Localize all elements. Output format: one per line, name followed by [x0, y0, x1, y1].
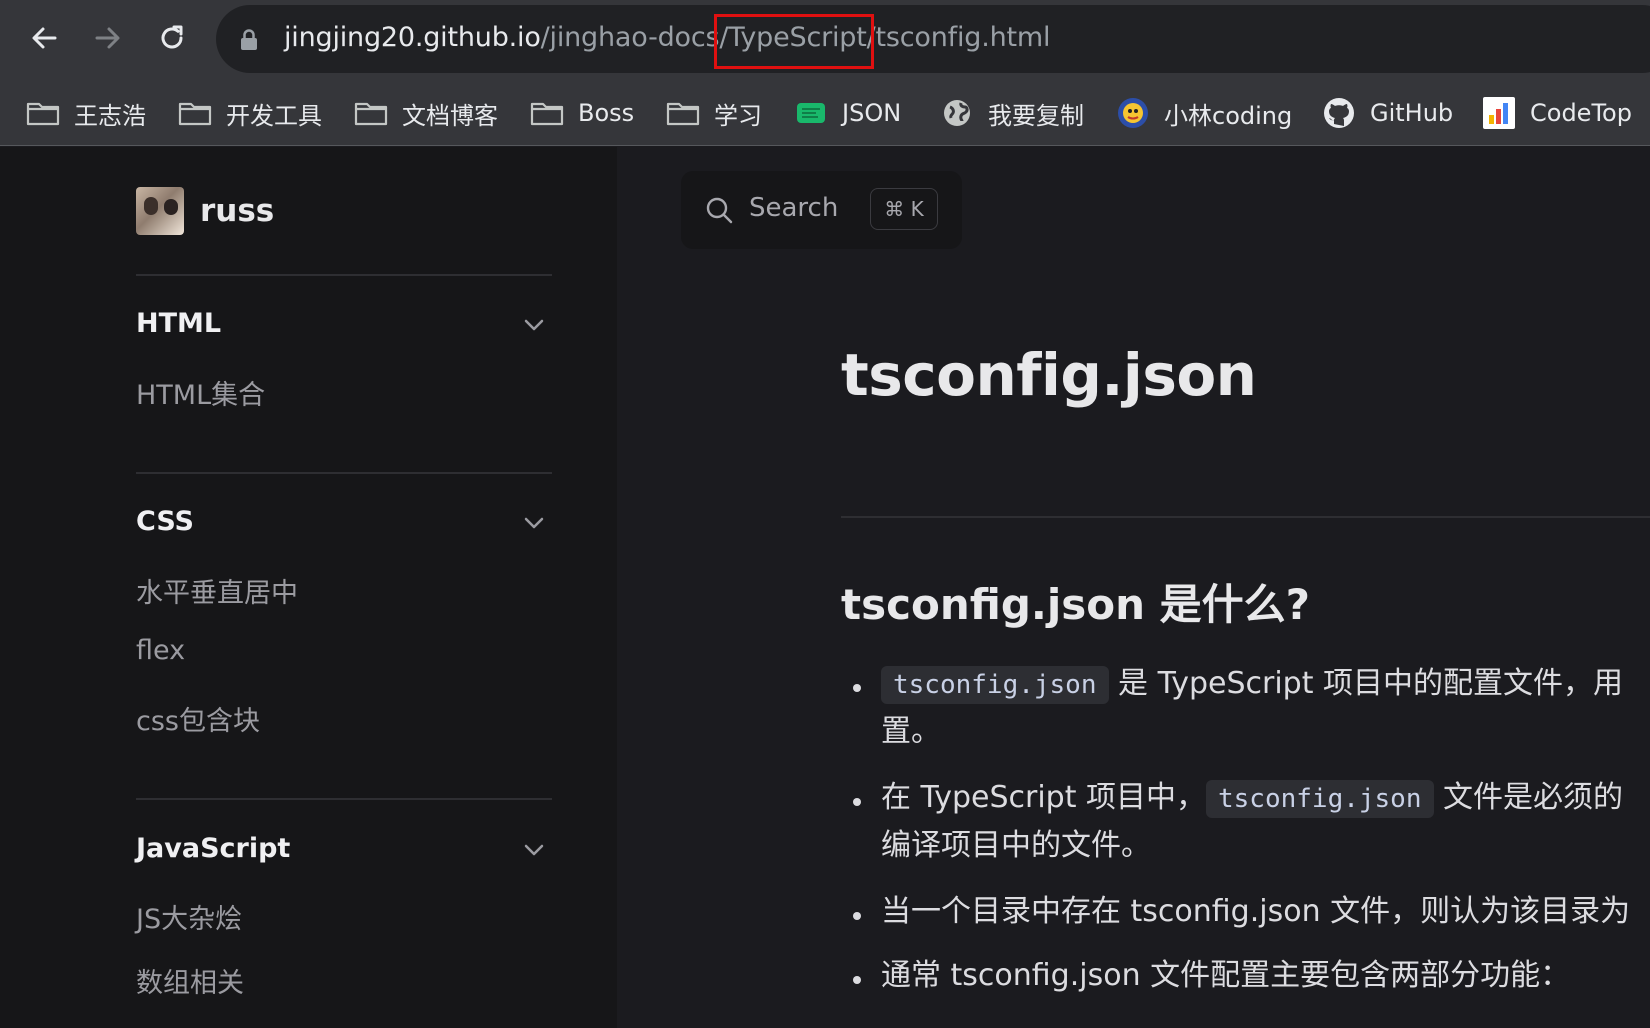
list-item-text: 文件是必须的 [1433, 780, 1624, 815]
bookmark-label: 文档博客 [402, 101, 498, 130]
bookmark-github[interactable]: GitHub [1322, 80, 1453, 146]
avatar [136, 187, 184, 235]
folder-icon [26, 98, 60, 128]
xiaolin-logo-icon [1116, 98, 1150, 128]
section-heading: tsconfig.json 是什么? [841, 580, 1311, 629]
list-item-4: 通常 tsconfig.json 文件配置主要包含两部分功能： [881, 958, 1571, 993]
sidebar-item-html-collection[interactable]: HTML集合 [136, 373, 265, 412]
main-content: Search ⌘ K tsconfig.json tsconfig.json 是… [617, 147, 1650, 1028]
list-bullet [853, 798, 861, 806]
codetop-icon [1482, 97, 1516, 129]
list-item-2: 在 TypeScript 项目中， tsconfig.json 文件是必须的 [881, 774, 1623, 823]
url-host: jingjing20.github.io [284, 22, 541, 53]
sidebar-section-css[interactable]: CSS [136, 506, 194, 537]
bookmark-label: 学习 [714, 101, 762, 130]
json-icon [794, 98, 828, 128]
sidebar-item-js-misc[interactable]: JS大杂烩 [136, 897, 242, 936]
list-item-text: 是 TypeScript 项目中的配置文件，用 [1108, 666, 1624, 701]
bookmark-label: 开发工具 [226, 101, 322, 130]
bookmark-label: Boss [578, 99, 635, 127]
bookmark-copy[interactable]: 我要复制 [940, 80, 1084, 146]
sidebar-item-array[interactable]: 数组相关 [136, 961, 244, 1000]
list-bullet [853, 684, 861, 692]
browser-toolbar: jingjing20.github.io/jinghao-docs/TypeSc… [0, 0, 1650, 80]
search-icon [706, 197, 733, 224]
bookmarks-bar: 王志浩 开发工具 文档博客 Boss 学习 JSON 我要复制 小林coding… [0, 80, 1650, 146]
lock-icon[interactable] [240, 29, 258, 51]
sidebar-section-javascript[interactable]: JavaScript [136, 833, 290, 864]
reload-icon [161, 25, 183, 49]
url-text[interactable]: jingjing20.github.io/jinghao-docs/TypeSc… [284, 20, 1050, 56]
list-bullet [853, 912, 861, 920]
bookmark-codetop[interactable]: CodeTop [1482, 80, 1632, 146]
bookmark-label: CodeTop [1530, 99, 1632, 127]
bookmark-label: JSON [842, 99, 902, 127]
address-bar[interactable]: jingjing20.github.io/jinghao-docs/TypeSc… [216, 5, 1650, 73]
bookmark-xiaolin-coding[interactable]: 小林coding [1116, 80, 1292, 146]
inline-code: tsconfig.json [881, 666, 1109, 704]
list-item-1: tsconfig.json 是 TypeScript 项目中的配置文件，用 [881, 660, 1623, 709]
sidebar: russ HTML HTML集合 CSS 水平垂直居中 flex css包含块 … [0, 147, 617, 1028]
globe-icon [940, 98, 974, 128]
bookmark-label: 我要复制 [988, 101, 1084, 130]
site-name: russ [200, 193, 275, 229]
url-path-docs: /jinghao-docs [540, 22, 720, 53]
bookmark-label: GitHub [1370, 99, 1454, 127]
search-placeholder: Search [749, 193, 839, 223]
bookmark-devtools[interactable]: 开发工具 [178, 80, 322, 146]
folder-icon [354, 98, 388, 128]
url-path-file: /tsconfig.html [866, 22, 1051, 53]
search-button[interactable]: Search ⌘ K [681, 171, 962, 249]
site-logo-link[interactable]: russ [136, 187, 274, 235]
chevron-down-icon[interactable] [520, 311, 548, 339]
list-item-text-pre: 在 TypeScript 项目中， [881, 780, 1206, 815]
title-divider [841, 516, 1650, 518]
chevron-down-icon[interactable] [520, 836, 548, 864]
search-shortcut-badge: ⌘ K [870, 188, 938, 230]
bookmark-label: 小林coding [1164, 101, 1293, 130]
back-arrow-icon [32, 27, 57, 49]
sidebar-item-containing-block[interactable]: css包含块 [136, 699, 260, 738]
bookmark-study[interactable]: 学习 [666, 80, 762, 146]
sidebar-divider [136, 274, 552, 276]
page-title: tsconfig.json [841, 341, 1257, 409]
forward-arrow-icon [95, 27, 120, 49]
sidebar-section-html[interactable]: HTML [136, 308, 221, 339]
sidebar-item-centering[interactable]: 水平垂直居中 [136, 571, 298, 610]
folder-icon [530, 98, 564, 128]
list-bullet [853, 976, 861, 984]
url-highlight-annotation [714, 14, 874, 69]
folder-icon [178, 98, 212, 128]
bookmark-wangzhihao[interactable]: 王志浩 [26, 80, 146, 146]
bookmark-json[interactable]: JSON [794, 80, 901, 146]
list-item-2-continuation: 编译项目中的文件。 [881, 828, 1151, 863]
inline-code: tsconfig.json [1206, 780, 1434, 818]
folder-icon [666, 98, 700, 128]
sidebar-divider [136, 798, 552, 800]
bookmark-boss[interactable]: Boss [530, 80, 634, 146]
chevron-down-icon[interactable] [520, 509, 548, 537]
sidebar-divider [136, 472, 552, 474]
reload-button[interactable] [152, 18, 192, 58]
list-item-1-continuation: 置。 [881, 714, 941, 749]
bookmark-label: 王志浩 [74, 101, 146, 130]
bookmark-docs-blog[interactable]: 文档博客 [354, 80, 498, 146]
back-button[interactable] [24, 18, 64, 58]
forward-button[interactable] [88, 18, 128, 58]
github-icon [1322, 98, 1356, 128]
sidebar-item-flex[interactable]: flex [136, 635, 185, 666]
list-item-3: 当一个目录中存在 tsconfig.json 文件，则认为该目录为 [881, 894, 1631, 929]
